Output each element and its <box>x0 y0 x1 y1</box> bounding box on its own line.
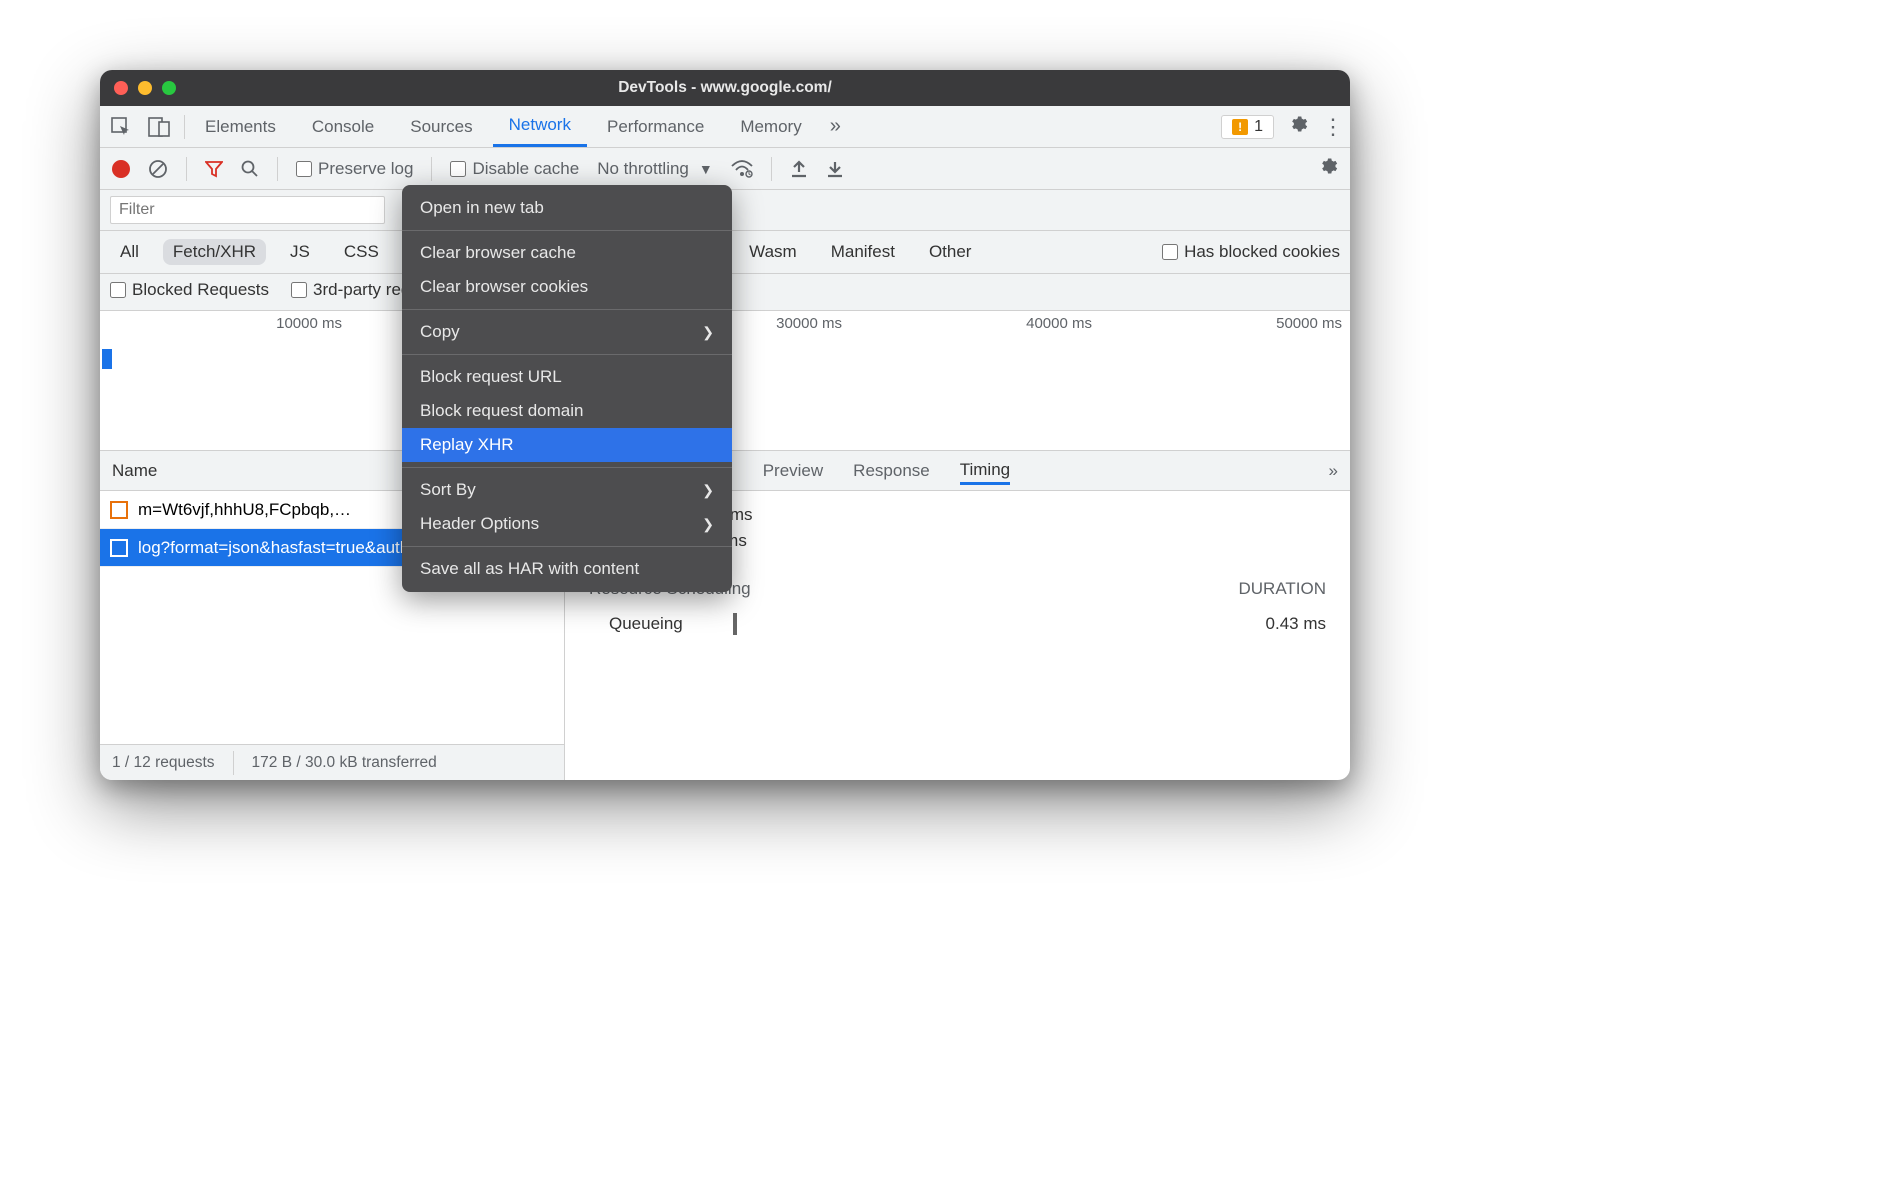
separator <box>184 115 185 139</box>
filter-type-css[interactable]: CSS <box>334 239 389 265</box>
inspect-icon[interactable] <box>108 114 134 140</box>
context-menu-item[interactable]: Block request domain <box>402 394 732 428</box>
tab-console[interactable]: Console <box>296 106 390 147</box>
context-menu: Open in new tab Clear browser cacheClear … <box>402 185 732 592</box>
disable-cache-checkbox[interactable]: Disable cache <box>450 159 579 179</box>
preserve-log-checkbox[interactable]: Preserve log <box>296 159 413 179</box>
filter-type-wasm[interactable]: Wasm <box>739 239 807 265</box>
context-menu-separator <box>402 230 732 231</box>
throttling-select[interactable]: No throttling ▼ <box>597 159 713 179</box>
context-menu-item[interactable]: Open in new tab <box>402 191 732 225</box>
filter-type-all[interactable]: All <box>110 239 149 265</box>
queueing-label: Queueing <box>589 614 683 634</box>
request-type-icon <box>110 501 128 519</box>
close-icon[interactable] <box>114 81 128 95</box>
tab-elements[interactable]: Elements <box>189 106 292 147</box>
context-menu-item[interactable]: Clear browser cookies <box>402 270 732 304</box>
status-requests: 1 / 12 requests <box>112 754 215 772</box>
timeline-tick: 40000 ms <box>850 315 1100 332</box>
device-toggle-icon[interactable] <box>146 114 172 140</box>
context-menu-item[interactable]: Clear browser cache <box>402 236 732 270</box>
more-detail-tabs-icon[interactable]: » <box>1329 461 1338 481</box>
timeline-tick: 10000 ms <box>100 315 350 332</box>
titlebar: DevTools - www.google.com/ <box>100 70 1350 106</box>
network-conditions-icon[interactable] <box>731 160 753 178</box>
chevron-down-icon: ▼ <box>699 161 713 177</box>
filter-icon[interactable] <box>205 160 223 178</box>
issue-count: 1 <box>1254 118 1263 136</box>
minimize-icon[interactable] <box>138 81 152 95</box>
filter-type-js[interactable]: JS <box>280 239 320 265</box>
context-menu-separator <box>402 546 732 547</box>
network-toolbar: Preserve log Disable cache No throttling… <box>100 148 1350 190</box>
request-list-footer: 1 / 12 requests 172 B / 30.0 kB transfer… <box>100 744 564 780</box>
separator <box>277 157 278 181</box>
blocked-requests-checkbox[interactable]: Blocked Requests <box>110 280 269 300</box>
context-menu-item[interactable]: Sort By❯ <box>402 473 732 507</box>
detail-tab-timing[interactable]: Timing <box>960 460 1010 485</box>
tab-sources[interactable]: Sources <box>394 106 488 147</box>
upload-har-icon[interactable] <box>790 160 808 178</box>
separator <box>431 157 432 181</box>
chevron-right-icon: ❯ <box>702 516 714 533</box>
gear-icon[interactable] <box>1288 114 1308 140</box>
queueing-bar <box>733 613 737 635</box>
more-tabs-icon[interactable]: » <box>830 115 841 138</box>
timeline-tick: 50000 ms <box>1100 315 1350 332</box>
filter-type-other[interactable]: Other <box>919 239 982 265</box>
context-menu-separator <box>402 354 732 355</box>
detail-tab-response[interactable]: Response <box>853 461 930 481</box>
tab-network[interactable]: Network <box>493 106 587 147</box>
window-title: DevTools - www.google.com/ <box>100 79 1350 97</box>
issues-badge[interactable]: ! 1 <box>1221 115 1274 139</box>
filter-type-fetch-xhr[interactable]: Fetch/XHR <box>163 239 266 265</box>
chevron-right-icon: ❯ <box>702 482 714 499</box>
network-settings-gear-icon[interactable] <box>1318 156 1338 182</box>
queueing-duration: 0.43 ms <box>1266 614 1326 634</box>
filter-type-manifest[interactable]: Manifest <box>821 239 905 265</box>
request-name: log?format=json&hasfast=true&auth… <box>138 538 426 558</box>
separator <box>186 157 187 181</box>
context-menu-item[interactable]: Header Options❯ <box>402 507 732 541</box>
duration-label: DURATION <box>1238 579 1326 599</box>
panel-tabs: ElementsConsoleSourcesNetworkPerformance… <box>100 106 1350 148</box>
kebab-menu-icon[interactable]: ⋮ <box>1322 114 1342 140</box>
timeline-request-marker <box>102 349 112 369</box>
warning-icon: ! <box>1232 119 1248 135</box>
record-button[interactable] <box>112 160 130 178</box>
search-icon[interactable] <box>241 160 259 178</box>
tab-memory[interactable]: Memory <box>724 106 817 147</box>
status-transferred: 172 B / 30.0 kB transferred <box>252 754 437 772</box>
context-menu-item[interactable]: Block request URL <box>402 360 732 394</box>
context-menu-item[interactable]: Replay XHR <box>402 428 732 462</box>
request-name: m=Wt6vjf,hhhU8,FCpbqb,… <box>138 500 351 520</box>
detail-tab-preview[interactable]: Preview <box>763 461 823 481</box>
maximize-icon[interactable] <box>162 81 176 95</box>
chevron-right-icon: ❯ <box>702 324 714 341</box>
separator <box>771 157 772 181</box>
tab-performance[interactable]: Performance <box>591 106 720 147</box>
request-type-icon <box>110 539 128 557</box>
blocked-cookies-checkbox[interactable]: Has blocked cookies <box>1162 242 1340 262</box>
context-menu-item[interactable]: Copy❯ <box>402 315 732 349</box>
filter-input[interactable] <box>110 196 385 224</box>
context-menu-item[interactable]: Save all as HAR with content <box>402 552 732 586</box>
download-har-icon[interactable] <box>826 160 844 178</box>
context-menu-separator <box>402 467 732 468</box>
traffic-lights <box>100 81 176 95</box>
context-menu-separator <box>402 309 732 310</box>
clear-icon[interactable] <box>148 159 168 179</box>
